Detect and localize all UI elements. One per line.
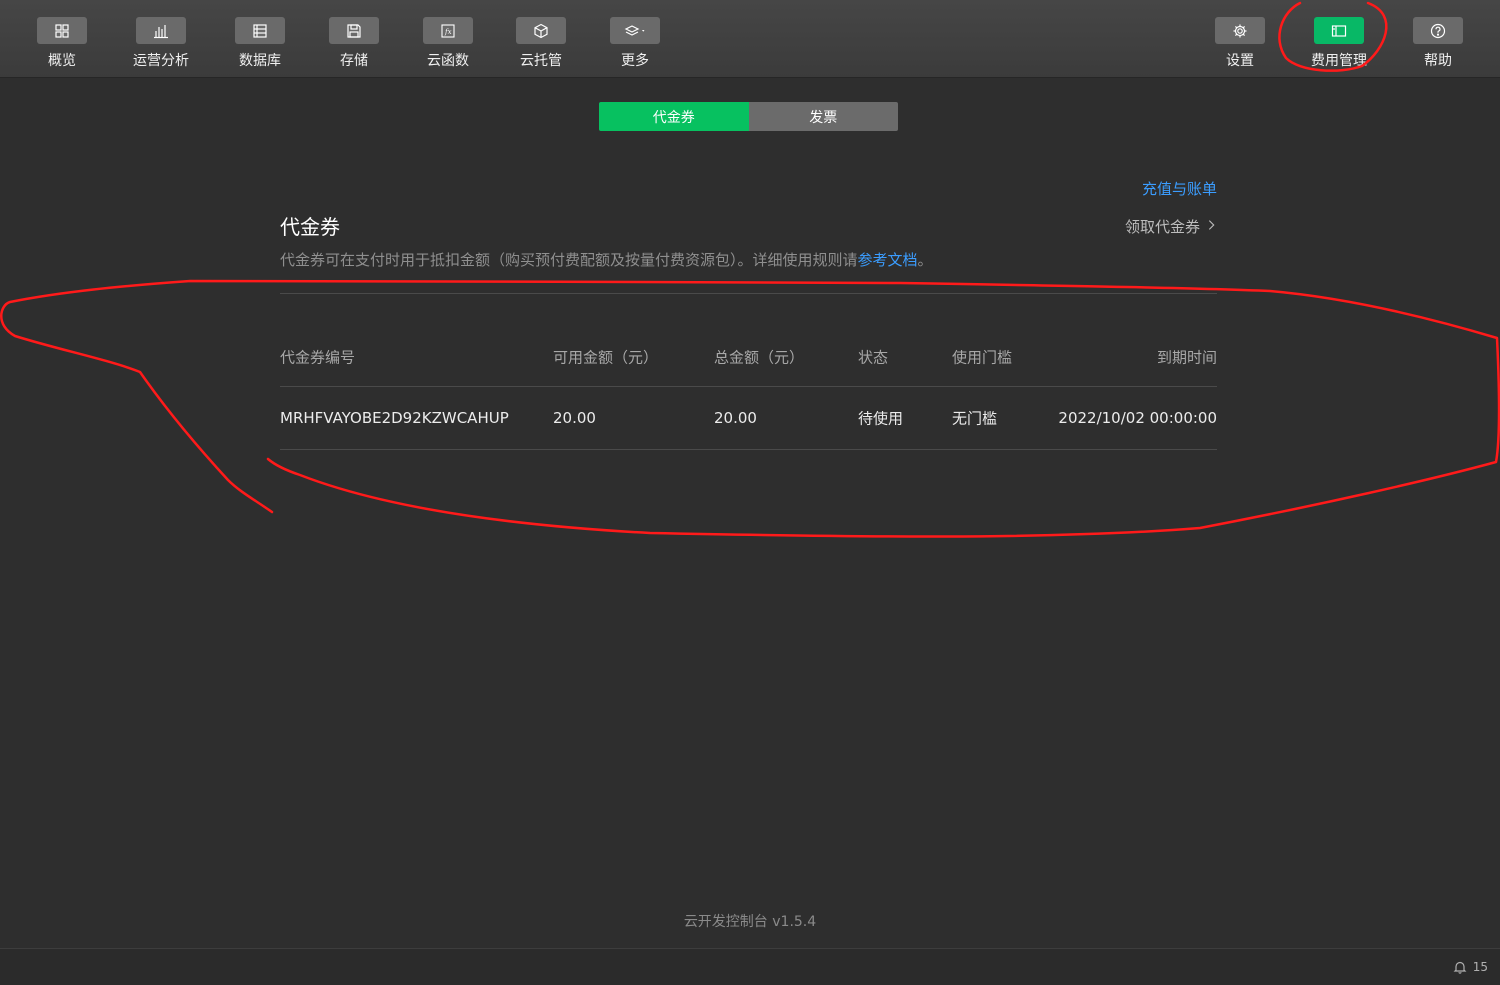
- tab-invoices[interactable]: 发票: [748, 102, 898, 131]
- toolbar-item-label: 存储: [340, 53, 368, 69]
- voucher-table: 代金券编号 可用金额（元） 总金额（元） 状态 使用门槛 到期时间 MRHFVA…: [280, 327, 1217, 450]
- layers-icon: [610, 17, 660, 44]
- description-text: 代金券可在支付时用于抵扣金额（购买预付费配额及按量付费资源包）。详细使用规则请: [280, 251, 858, 269]
- toolbar-item-label: 概览: [48, 53, 76, 69]
- help-icon: [1413, 17, 1463, 44]
- reference-doc-link[interactable]: 参考文档: [858, 251, 918, 269]
- toolbar-item-more[interactable]: 更多: [590, 0, 680, 77]
- billing-tabs: 代金券 发票: [599, 102, 898, 131]
- cube-icon: [516, 17, 566, 44]
- toolbar-item-cloud-hosting[interactable]: 云托管: [496, 0, 586, 77]
- top-toolbar: 概览 运营分析 数据库 存储 fx 云函数 云托管 更多 设置 费用管理 帮助: [0, 0, 1500, 78]
- voucher-description: 代金券可在支付时用于抵扣金额（购买预付费配额及按量付费资源包）。详细使用规则请参…: [280, 249, 933, 270]
- toolbar-item-label: 云托管: [520, 53, 562, 69]
- billing-icon: [1314, 17, 1364, 44]
- notification-count: 15: [1472, 960, 1488, 974]
- toolbar-item-analytics[interactable]: 运营分析: [116, 0, 206, 77]
- toolbar-item-label: 帮助: [1424, 53, 1452, 69]
- toolbar-item-help[interactable]: 帮助: [1393, 0, 1483, 77]
- toolbar-item-label: 云函数: [427, 53, 469, 69]
- header-available-amount: 可用金额（元）: [553, 348, 659, 366]
- function-icon: fx: [423, 17, 473, 44]
- table-row: MRHFVAYOBE2D92KZWCAHUP 20.00 20.00 待使用 无…: [280, 387, 1217, 450]
- toolbar-item-label: 更多: [621, 53, 649, 69]
- header-threshold: 使用门槛: [952, 348, 1013, 366]
- header-voucher-id: 代金券编号: [280, 348, 356, 366]
- toolbar-item-overview[interactable]: 概览: [17, 0, 107, 77]
- cell-status: 待使用: [858, 409, 904, 428]
- toolbar-item-label: 设置: [1226, 53, 1254, 69]
- section-divider: [280, 293, 1217, 294]
- bar-chart-icon: [136, 17, 186, 44]
- notification-button[interactable]: 15: [1453, 960, 1488, 974]
- tab-vouchers[interactable]: 代金券: [599, 102, 749, 131]
- header-total-amount: 总金额（元）: [714, 348, 805, 366]
- cell-threshold: 无门槛: [952, 409, 998, 428]
- toolbar-item-settings[interactable]: 设置: [1195, 0, 1285, 77]
- cell-total-amount: 20.00: [714, 409, 757, 427]
- cell-available-amount: 20.00: [553, 409, 596, 427]
- save-icon: [329, 17, 379, 44]
- cell-expiry: 2022/10/02 00:00:00: [1058, 409, 1217, 427]
- page-title: 代金券: [280, 215, 340, 239]
- description-suffix: 。: [917, 251, 933, 269]
- toolbar-item-storage[interactable]: 存储: [309, 0, 399, 77]
- database-icon: [235, 17, 285, 44]
- svg-text:fx: fx: [444, 28, 452, 36]
- toolbar-item-cloud-functions[interactable]: fx 云函数: [403, 0, 493, 77]
- header-status: 状态: [858, 348, 889, 366]
- grid-icon: [37, 17, 87, 44]
- claim-voucher-link[interactable]: 领取代金券: [1125, 216, 1215, 237]
- table-header-row: 代金券编号 可用金额（元） 总金额（元） 状态 使用门槛 到期时间: [280, 327, 1217, 387]
- red-annotation-overlay: [0, 1, 1500, 538]
- claim-voucher-label: 领取代金券: [1124, 218, 1200, 236]
- toolbar-item-database[interactable]: 数据库: [215, 0, 305, 77]
- recharge-and-bills-link[interactable]: 充值与账单: [1142, 178, 1217, 199]
- toolbar-item-label: 数据库: [239, 53, 281, 69]
- chevron-right-icon: [1208, 219, 1215, 235]
- cloud-console-window: { "toolbar": { "items": [ {"label": "概览"…: [0, 0, 1500, 985]
- status-bar: 15: [0, 948, 1500, 985]
- console-version: 云开发控制台 v1.5.4: [683, 914, 817, 930]
- toolbar-item-billing[interactable]: 费用管理: [1294, 0, 1384, 77]
- bell-icon: [1453, 961, 1467, 974]
- toolbar-item-label: 费用管理: [1311, 53, 1367, 69]
- gear-icon: [1215, 17, 1265, 44]
- header-expiry: 到期时间: [1156, 348, 1217, 366]
- toolbar-item-label: 运营分析: [133, 53, 189, 69]
- cell-voucher-id: MRHFVAYOBE2D92KZWCAHUP: [280, 409, 509, 427]
